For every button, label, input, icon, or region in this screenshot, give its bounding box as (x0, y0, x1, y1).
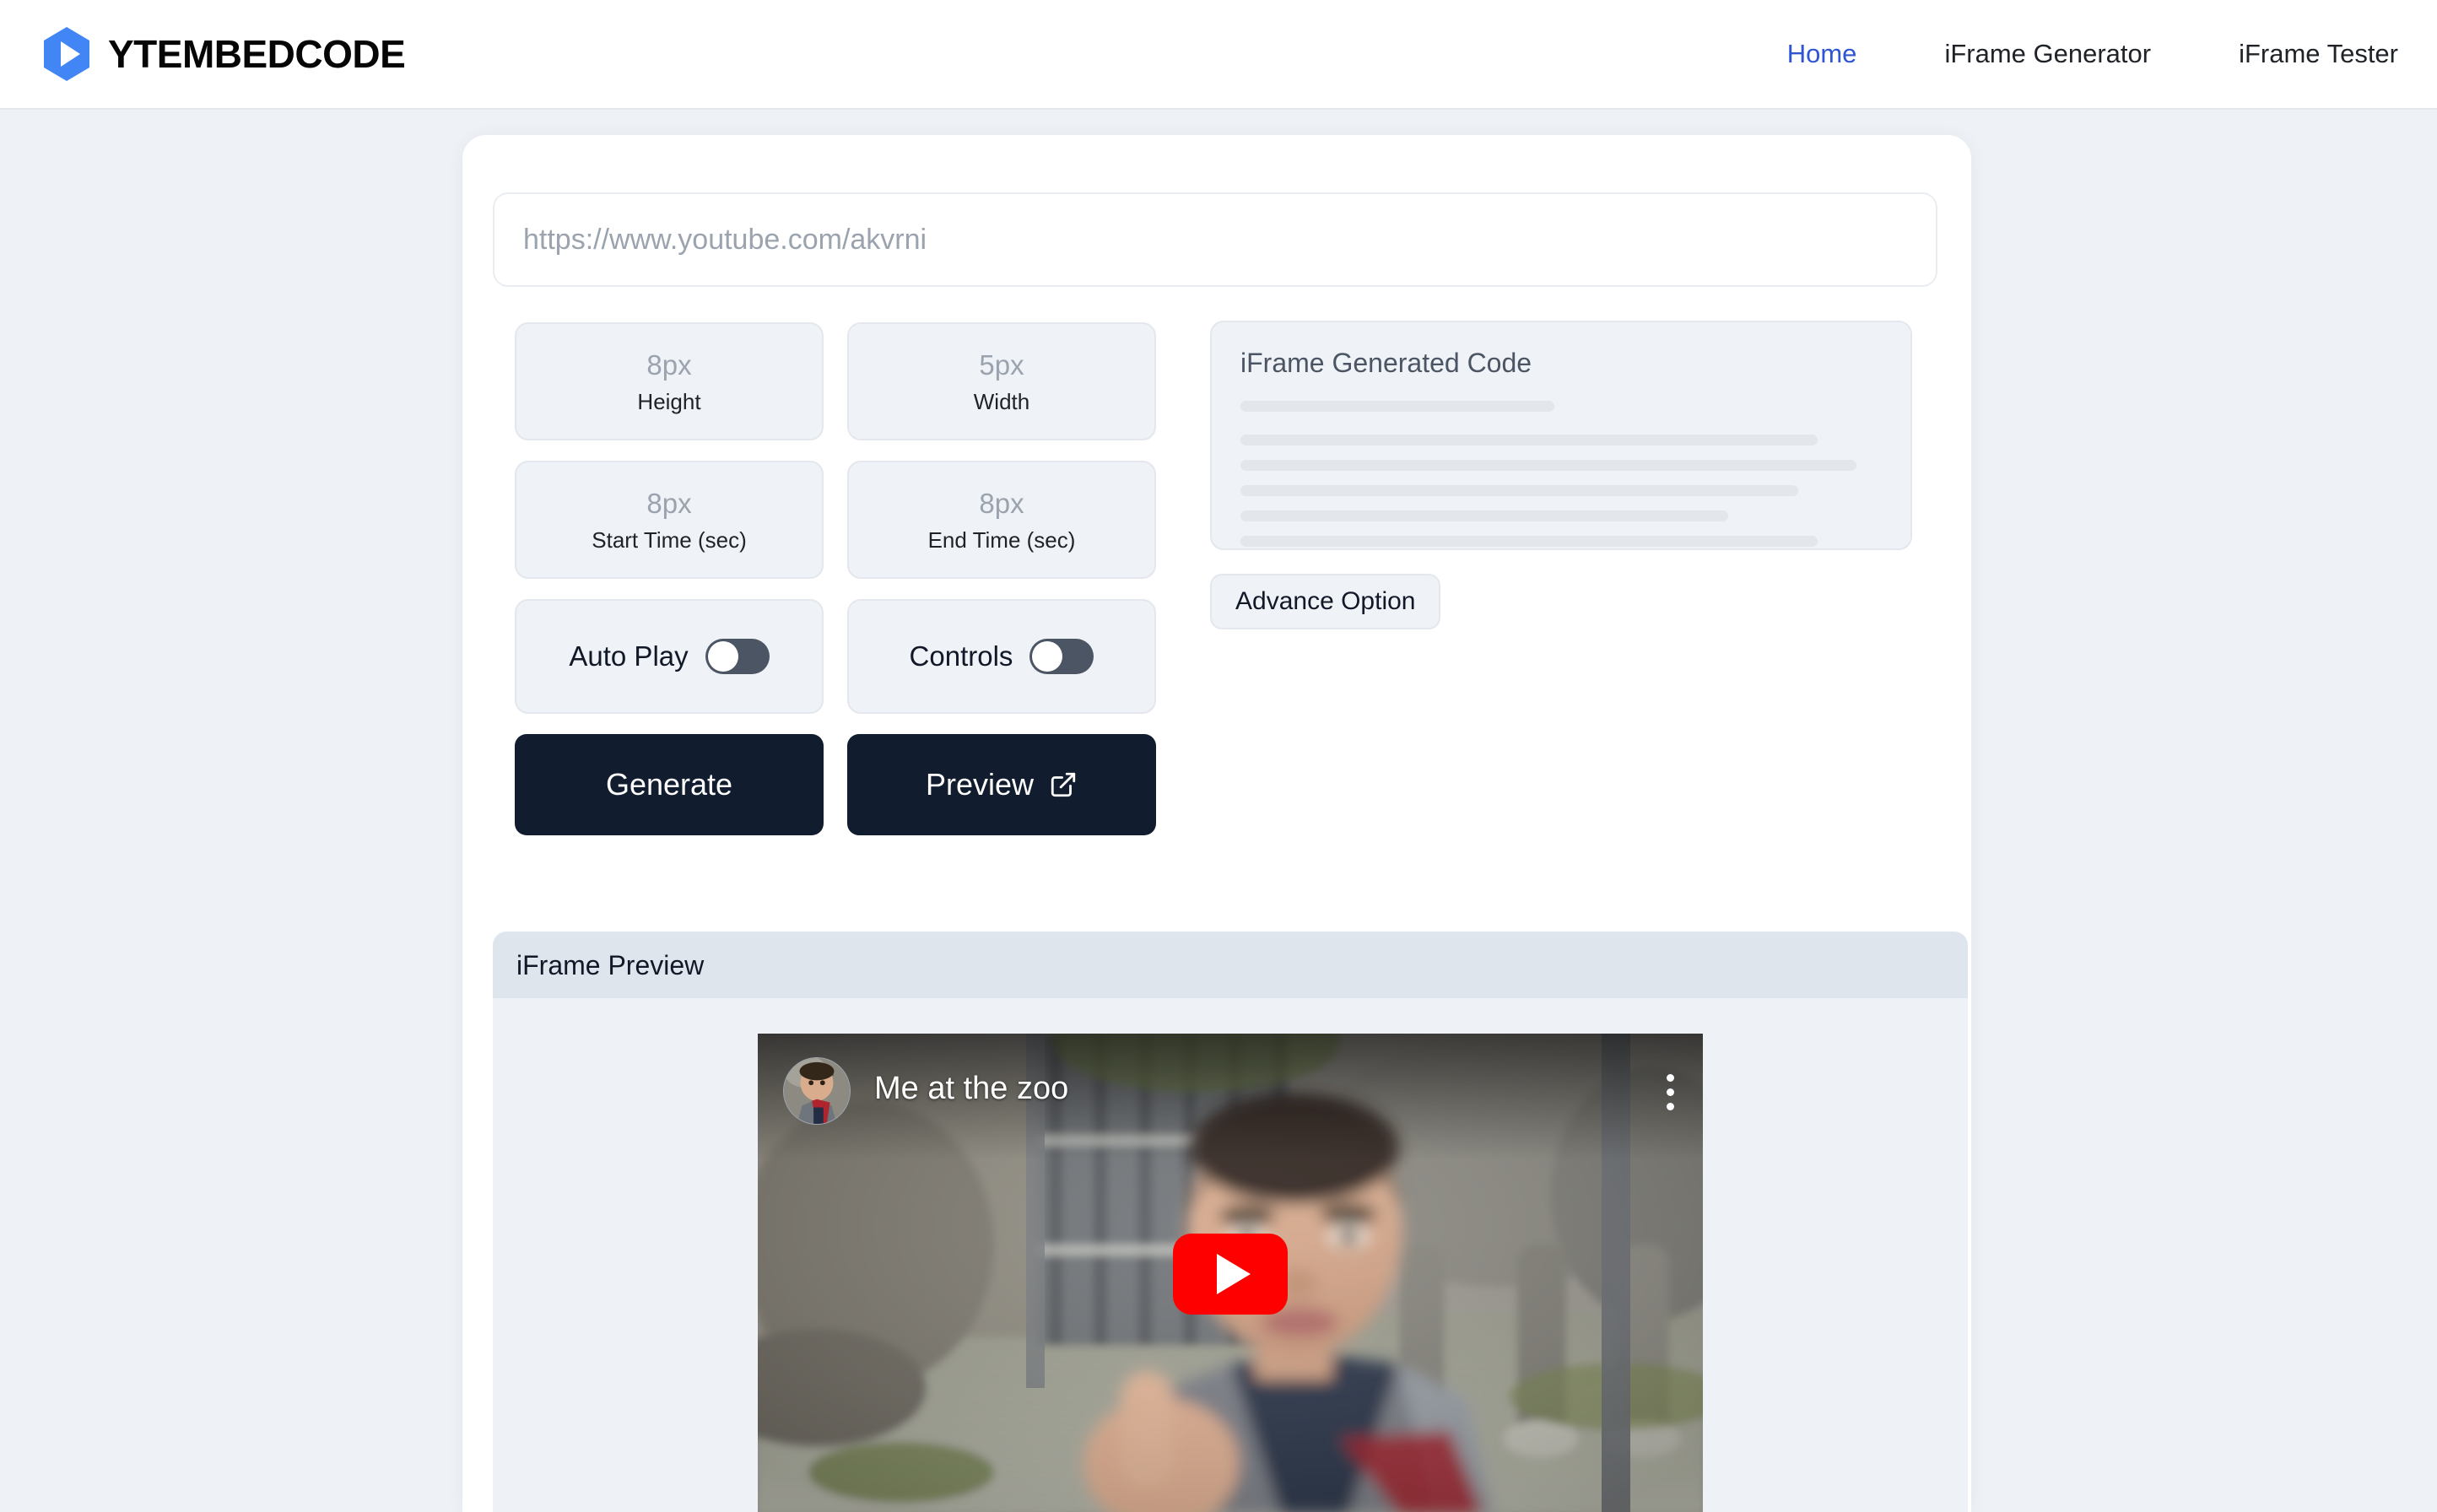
actions-row: Generate Preview (515, 734, 1156, 835)
generated-code-panel: iFrame Generated Code Advance Option (1210, 321, 1912, 550)
controls-label: Controls (910, 640, 1013, 672)
more-vertical-icon[interactable] (1667, 1074, 1674, 1110)
auto-play-label: Auto Play (569, 640, 688, 672)
generated-code-box[interactable]: iFrame Generated Code (1210, 321, 1912, 550)
iframe-preview-header: iFrame Preview (493, 932, 1968, 998)
iframe-preview-panel: iFrame Preview (493, 932, 1968, 1512)
height-field-label: Height (637, 391, 700, 413)
generate-button[interactable]: Generate (515, 734, 824, 835)
external-link-icon (1049, 770, 1078, 799)
code-skeleton-line (1240, 485, 1798, 496)
auto-play-switch[interactable] (705, 639, 770, 674)
generated-code-title: iFrame Generated Code (1240, 348, 1882, 379)
youtube-play-button[interactable] (1173, 1234, 1288, 1315)
main-card: 8px Height 5px Width 8px Start Time (sec… (462, 135, 1971, 1512)
preview-button[interactable]: Preview (847, 734, 1156, 835)
size-fields-row: 8px Height 5px Width (515, 322, 1156, 440)
site-header: YTEMBEDCODE Home iFrame Generator iFrame… (0, 0, 2437, 110)
end-time-field-label: End Time (sec) (928, 529, 1076, 551)
code-skeleton-line (1240, 435, 1818, 446)
toggles-row: Auto Play Controls (515, 599, 1156, 714)
height-field-value: 8px (646, 351, 691, 379)
play-hexagon-icon (41, 25, 93, 83)
channel-avatar-icon[interactable] (783, 1057, 851, 1125)
start-time-field[interactable]: 8px Start Time (sec) (515, 461, 824, 579)
controls-toggle[interactable]: Controls (847, 599, 1156, 714)
generate-button-label: Generate (606, 767, 732, 802)
width-field[interactable]: 5px Width (847, 322, 1156, 440)
play-triangle-icon (1217, 1254, 1251, 1294)
nav-item-iframe-generator[interactable]: iFrame Generator (1856, 39, 2151, 69)
controls-switch[interactable] (1029, 639, 1094, 674)
video-top-bar: Me at the zoo (758, 1034, 1703, 1160)
iframe-preview-body: Me at the zoo (493, 998, 1968, 1512)
controls-column: 8px Height 5px Width 8px Start Time (sec… (515, 322, 1156, 856)
auto-play-toggle[interactable]: Auto Play (515, 599, 824, 714)
channel-avatar-image (784, 1058, 850, 1124)
width-field-label: Width (974, 391, 1029, 413)
start-time-field-label: Start Time (sec) (592, 529, 746, 551)
end-time-field-value: 8px (979, 489, 1024, 517)
code-skeleton-line (1240, 536, 1818, 547)
start-time-field-value: 8px (646, 489, 691, 517)
code-skeleton-line (1240, 510, 1728, 521)
brand-name: YTEMBEDCODE (108, 31, 405, 77)
youtube-player-embed[interactable]: Me at the zoo (758, 1034, 1703, 1512)
height-field[interactable]: 8px Height (515, 322, 824, 440)
video-title: Me at the zoo (874, 1071, 1068, 1107)
main-nav: Home iFrame Generator iFrame Tester (1699, 39, 2398, 69)
preview-button-label: Preview (926, 767, 1034, 802)
code-skeleton-line (1240, 460, 1856, 471)
youtube-url-input[interactable] (493, 192, 1937, 287)
nav-item-iframe-tester[interactable]: iFrame Tester (2151, 39, 2398, 69)
brand-logo[interactable]: YTEMBEDCODE (41, 25, 405, 83)
time-fields-row: 8px Start Time (sec) 8px End Time (sec) (515, 461, 1156, 579)
advance-option-button[interactable]: Advance Option (1210, 574, 1440, 629)
nav-item-home[interactable]: Home (1699, 39, 1857, 69)
iframe-preview-title: iFrame Preview (516, 950, 704, 981)
code-skeleton-line (1240, 401, 1554, 412)
code-skeleton-placeholder (1240, 401, 1882, 550)
end-time-field[interactable]: 8px End Time (sec) (847, 461, 1156, 579)
width-field-value: 5px (979, 351, 1024, 379)
